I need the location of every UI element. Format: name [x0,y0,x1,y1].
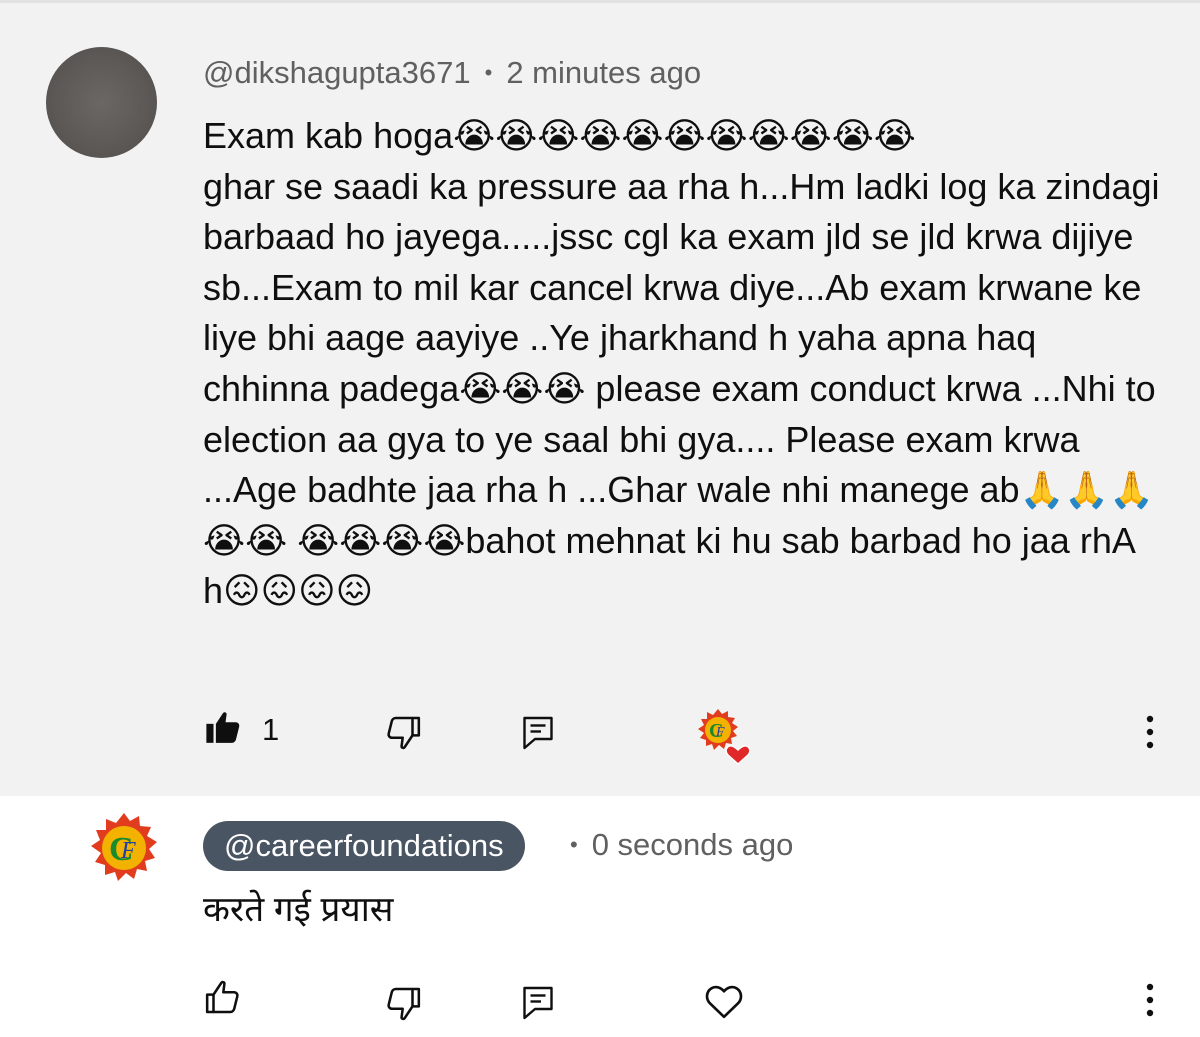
thumbs-up-icon [204,978,242,1016]
heart-outline-icon [704,982,744,1020]
avatar[interactable] [46,47,157,158]
channel-handle-chip[interactable]: @careerfoundations [203,821,525,871]
career-foundations-logo-icon: C F [88,813,160,888]
channel-avatar[interactable]: C F [88,812,160,889]
dislike-button[interactable] [384,714,422,752]
reply-icon [521,715,555,751]
highlighted-comment: @dikshagupta3671 • 2 minutes ago Exam kab … [0,3,1200,796]
reply-text: करते गई प्रयास [203,890,394,929]
reply-dislike-button[interactable] [384,985,422,1023]
more-vertical-icon [1140,714,1160,750]
creator-heart[interactable]: C F [696,708,756,768]
creator-heart-icon: C F [696,708,756,768]
reply-meta: • 0 seconds ago [570,827,793,863]
reply-timestamp[interactable]: 0 seconds ago [592,827,794,862]
like-count: 1 [262,712,280,747]
author-handle[interactable]: @dikshagupta3671 [203,55,471,90]
more-vertical-icon [1140,982,1160,1018]
reply-reply-button[interactable] [521,985,555,1021]
thumbs-down-icon [384,985,422,1023]
svg-text:F: F [715,725,725,740]
reply-like-button[interactable] [204,978,242,1016]
thumbs-up-filled-icon [204,708,242,746]
meta-separator: • [484,60,493,85]
reply-more-options-button[interactable] [1140,982,1160,1018]
reply-icon [521,985,555,1021]
reply-button[interactable] [521,715,555,751]
comment-header: @dikshagupta3671 • 2 minutes ago [203,55,701,91]
more-options-button[interactable] [1140,714,1160,750]
like-button[interactable] [204,708,242,746]
reply-heart-button[interactable] [704,982,744,1020]
meta-separator: • [570,832,578,857]
svg-text:F: F [120,838,136,864]
comment-text: Exam kab hoga😭😭😭😭😭😭😭😭😭😭😭 ghar se saadi k… [203,115,1160,612]
thumbs-down-icon [384,714,422,752]
comment-timestamp[interactable]: 2 minutes ago [506,55,701,90]
